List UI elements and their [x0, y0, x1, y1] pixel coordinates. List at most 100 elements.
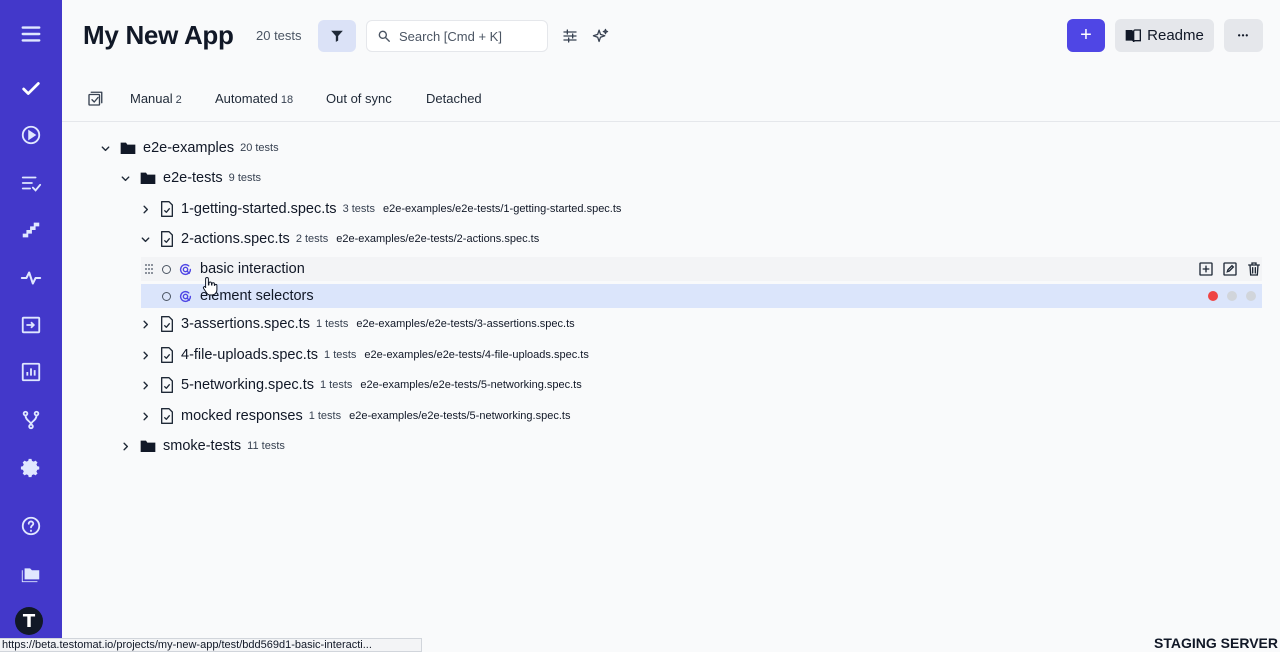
- trash-icon[interactable]: [1246, 261, 1262, 277]
- chevron-down-icon[interactable]: [118, 171, 132, 185]
- filter-funnel-icon: [331, 30, 343, 42]
- runs-play-icon[interactable]: [13, 117, 49, 153]
- tests-count: 20 tests: [256, 28, 302, 43]
- test-name: basic interaction: [200, 261, 305, 277]
- hand-cursor-icon: [202, 276, 218, 296]
- chevron-right-icon[interactable]: [138, 202, 152, 216]
- sliders-icon[interactable]: [560, 26, 580, 46]
- readme-button[interactable]: Readme: [1115, 19, 1214, 52]
- file-name: 2-actions.spec.ts: [181, 231, 290, 247]
- file-check-icon: [161, 408, 173, 424]
- tab-automated-label: Automated: [215, 91, 278, 106]
- filter-tabs: Manual 2 Automated 18 Out of sync Detached: [62, 78, 1280, 122]
- main-content: My New App 20 tests + Readme ••• Manual2…: [62, 0, 1280, 652]
- add-square-icon[interactable]: [1198, 261, 1214, 277]
- tests-checkmark-icon[interactable]: [13, 71, 49, 107]
- file-count: 1 tests: [315, 318, 349, 330]
- page-title: My New App: [83, 20, 234, 50]
- tab-manual[interactable]: Manual 2: [130, 91, 182, 106]
- tree-folder-smoke-tests[interactable]: smoke-tests 11 tests: [118, 433, 285, 459]
- file-check-icon: [161, 201, 173, 217]
- folder-name: e2e-tests: [163, 170, 223, 186]
- file-path: e2e-examples/e2e-tests/2-actions.spec.ts: [336, 233, 540, 245]
- tree-file-1-getting-started[interactable]: 1-getting-started.spec.ts 3 tests e2e-ex…: [138, 196, 621, 222]
- folder-count: 20 tests: [240, 142, 279, 154]
- status-circle-icon: [162, 264, 171, 274]
- folder-name: smoke-tests: [163, 438, 242, 454]
- chevron-right-icon[interactable]: [138, 378, 152, 392]
- book-icon: [1125, 28, 1142, 42]
- search-box[interactable]: [366, 20, 548, 52]
- tab-detached[interactable]: Detached: [426, 91, 482, 106]
- tree-file-mocked-responses[interactable]: mocked responses 1 tests e2e-examples/e2…: [138, 403, 570, 429]
- test-row-element-selectors[interactable]: element selectors: [141, 284, 1262, 308]
- chevron-down-icon[interactable]: [138, 232, 152, 246]
- tree-file-3-assertions[interactable]: 3-assertions.spec.ts 1 tests e2e-example…: [138, 311, 575, 337]
- file-name: 1-getting-started.spec.ts: [181, 201, 337, 217]
- staging-server-label: STAGING SERVER: [1154, 635, 1278, 651]
- file-count: 1 tests: [319, 379, 353, 391]
- file-check-icon: [161, 231, 173, 247]
- plans-list-icon[interactable]: [13, 165, 49, 201]
- tab-automated[interactable]: Automated 18: [215, 91, 293, 106]
- tree-file-5-networking[interactable]: 5-networking.spec.ts 1 tests e2e-example…: [138, 372, 582, 398]
- file-name: 5-networking.spec.ts: [181, 377, 314, 393]
- edit-icon[interactable]: [1222, 261, 1238, 277]
- settings-gear-icon[interactable]: [13, 450, 49, 486]
- folder-icon: [140, 172, 156, 184]
- folder-count: 11 tests: [247, 440, 285, 452]
- import-icon[interactable]: [13, 307, 49, 343]
- folder-name: e2e-examples: [143, 140, 235, 156]
- ai-sparkles-icon[interactable]: [590, 26, 610, 46]
- chevron-right-icon[interactable]: [138, 317, 152, 331]
- file-name: 3-assertions.spec.ts: [181, 316, 310, 332]
- file-check-icon: [161, 316, 173, 332]
- tab-out-of-sync[interactable]: Out of sync: [326, 91, 392, 106]
- test-row-basic-interaction[interactable]: basic interaction: [141, 257, 1262, 281]
- file-path: e2e-examples/e2e-tests/3-assertions.spec…: [356, 318, 575, 330]
- drag-handle-icon[interactable]: [144, 263, 154, 275]
- tree-folder-e2e-examples[interactable]: e2e-examples 20 tests: [98, 135, 279, 161]
- filter-button[interactable]: [318, 20, 356, 52]
- file-check-icon: [161, 377, 173, 393]
- automated-icon: [179, 263, 192, 275]
- sidebar: T: [0, 0, 62, 652]
- window-dots: [1208, 291, 1256, 301]
- pulse-icon[interactable]: [13, 260, 49, 296]
- minimize-dot-icon[interactable]: [1227, 291, 1237, 301]
- analytics-chart-icon[interactable]: [13, 354, 49, 390]
- tree-file-2-actions[interactable]: 2-actions.spec.ts 2 tests e2e-examples/e…: [138, 226, 539, 252]
- status-bar-url: https://beta.testomat.io/projects/my-new…: [0, 638, 422, 652]
- file-count: 1 tests: [324, 349, 357, 361]
- menu-icon[interactable]: [13, 16, 49, 52]
- chevron-right-icon[interactable]: [118, 439, 132, 453]
- file-path: e2e-examples/e2e-tests/4-file-uploads.sp…: [364, 349, 589, 361]
- file-path: e2e-examples/e2e-tests/5-networking.spec…: [349, 410, 571, 422]
- tab-manual-count: 2: [175, 94, 182, 106]
- close-dot-icon[interactable]: [1208, 291, 1218, 301]
- chevron-down-icon[interactable]: [98, 141, 112, 155]
- file-name: 4-file-uploads.spec.ts: [181, 347, 319, 363]
- projects-folders-icon[interactable]: [13, 555, 49, 591]
- file-name: mocked responses: [181, 408, 303, 424]
- folder-count: 9 tests: [228, 172, 262, 184]
- row-actions: [1198, 261, 1262, 277]
- testomat-logo-icon[interactable]: T: [15, 607, 43, 635]
- tab-automated-count: 18: [280, 94, 294, 106]
- branches-icon[interactable]: [13, 402, 49, 438]
- tree-file-4-file-uploads[interactable]: 4-file-uploads.spec.ts 1 tests e2e-examp…: [138, 342, 589, 368]
- select-tests-checklist-icon[interactable]: [86, 90, 104, 108]
- add-button[interactable]: +: [1067, 19, 1105, 52]
- maximize-dot-icon[interactable]: [1246, 291, 1256, 301]
- tab-detached-label: Detached: [426, 91, 482, 106]
- chevron-right-icon[interactable]: [138, 348, 152, 362]
- file-count: 2 tests: [295, 233, 329, 245]
- tab-out-of-sync-label: Out of sync: [326, 91, 392, 106]
- more-options-button[interactable]: •••: [1224, 19, 1263, 52]
- search-icon: [378, 30, 390, 42]
- search-input[interactable]: [399, 28, 539, 44]
- chevron-right-icon[interactable]: [138, 409, 152, 423]
- help-icon[interactable]: [13, 508, 49, 544]
- steps-stairs-icon[interactable]: [13, 212, 49, 248]
- tree-folder-e2e-tests[interactable]: e2e-tests 9 tests: [118, 165, 261, 191]
